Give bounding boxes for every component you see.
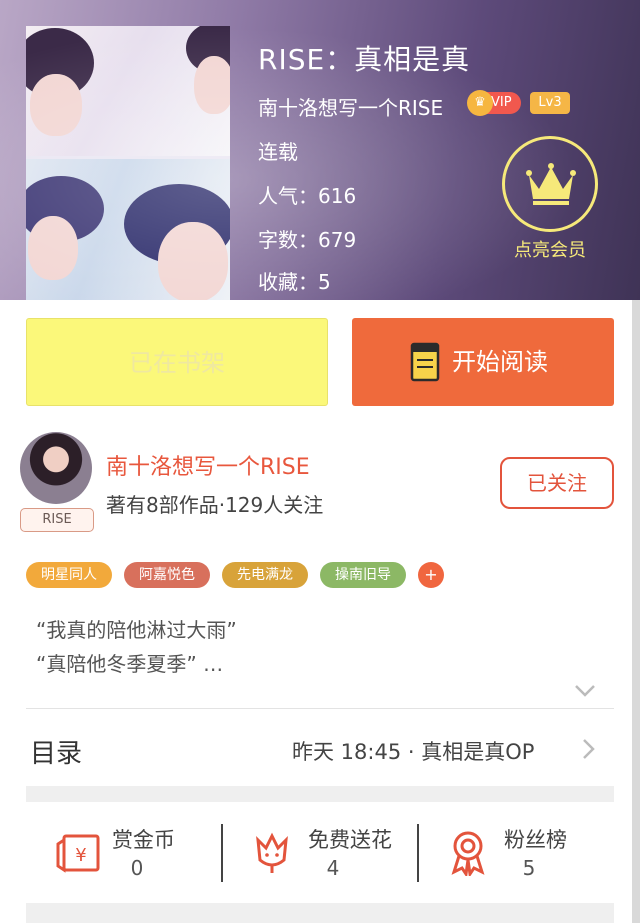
cover-figure <box>194 56 230 114</box>
tag-item[interactable]: 操南旧导 <box>320 562 406 588</box>
cover-figure <box>28 216 78 280</box>
stat-value: 5 <box>522 856 536 880</box>
crown-icon: ♛ <box>467 90 493 116</box>
book-header: RISE：真相是真 南十洛想写一个RISE ♛ VIP Lv3 连载 人气：61… <box>0 0 640 300</box>
fan-ranking[interactable]: 粉丝榜 5 <box>418 822 614 888</box>
member-label[interactable]: 点亮会员 <box>500 236 600 262</box>
stat-value: 0 <box>130 856 144 880</box>
cover-figure <box>186 26 230 74</box>
book-popularity: 人气：616 <box>258 184 357 208</box>
svg-text:¥: ¥ <box>75 845 86 866</box>
red-envelope-icon: ¥ <box>56 834 100 873</box>
stat-value: 4 <box>326 856 340 880</box>
flower-icon <box>256 832 288 873</box>
tag-item[interactable]: 阿嘉悦色 <box>124 562 210 588</box>
book-status: 连载 <box>258 140 298 164</box>
chevron-right-icon[interactable] <box>582 738 596 760</box>
stat-label: 免费送花 <box>308 828 392 852</box>
author-stats: 著有8部作品·129人关注 <box>106 493 324 517</box>
cover-figure <box>26 176 104 242</box>
latest-chapter[interactable]: 昨天 18:45 · 真相是真OP <box>292 736 534 766</box>
vip-label: VIP <box>491 95 512 110</box>
follow-button[interactable]: 已关注 <box>500 457 614 509</box>
tag-item[interactable]: 明星同人 <box>26 562 112 588</box>
crown-icon <box>526 163 576 205</box>
book-icon <box>410 342 440 382</box>
book-word-count: 字数：679 <box>258 228 357 252</box>
stat-label: 赏金币 <box>112 828 175 852</box>
chevron-down-icon[interactable] <box>574 684 596 698</box>
cover-figure <box>124 184 230 264</box>
cover-panel-top <box>26 26 230 156</box>
start-reading-label: 开始阅读 <box>452 348 548 376</box>
section-gap <box>26 786 614 802</box>
cover-figure <box>30 74 82 136</box>
catalog-label[interactable]: 目录 <box>30 733 82 770</box>
free-flowers[interactable]: 免费送花 4 <box>222 822 418 888</box>
start-reading-button[interactable]: 开始阅读 <box>352 318 614 406</box>
section-gap <box>26 903 614 923</box>
level-badge: Lv3 <box>530 92 570 114</box>
more-tags-button[interactable]: + <box>418 562 444 588</box>
author-name[interactable]: 南十洛想写一个RISE <box>106 449 310 481</box>
cover-figure <box>26 28 94 98</box>
cover-panel-bottom <box>26 159 230 300</box>
stat-label: 粉丝榜 <box>504 828 567 852</box>
book-author[interactable]: 南十洛想写一个RISE <box>258 92 443 121</box>
author-avatar[interactable] <box>20 432 92 504</box>
book-cover-image[interactable] <box>26 26 230 300</box>
synopsis-line: “真陪他冬季夏季” … <box>36 652 224 676</box>
synopsis-line: “我真的陪他淋过大雨” <box>36 618 237 642</box>
medal-icon <box>451 831 485 876</box>
book-favorites: 收藏：5 <box>258 270 331 294</box>
divider <box>26 708 614 709</box>
reward-coins[interactable]: ¥ 赏金币 0 <box>26 822 222 888</box>
avatar-tag: RISE <box>20 508 94 532</box>
member-button[interactable] <box>502 136 598 232</box>
vip-badge: ♛ VIP <box>467 90 521 116</box>
scrollbar-track[interactable] <box>632 300 640 923</box>
book-title: RISE：真相是真 <box>258 43 471 76</box>
tag-item[interactable]: 先电满龙 <box>222 562 308 588</box>
cover-figure <box>158 222 228 300</box>
in-shelf-button[interactable]: 已在书架 <box>26 318 328 406</box>
